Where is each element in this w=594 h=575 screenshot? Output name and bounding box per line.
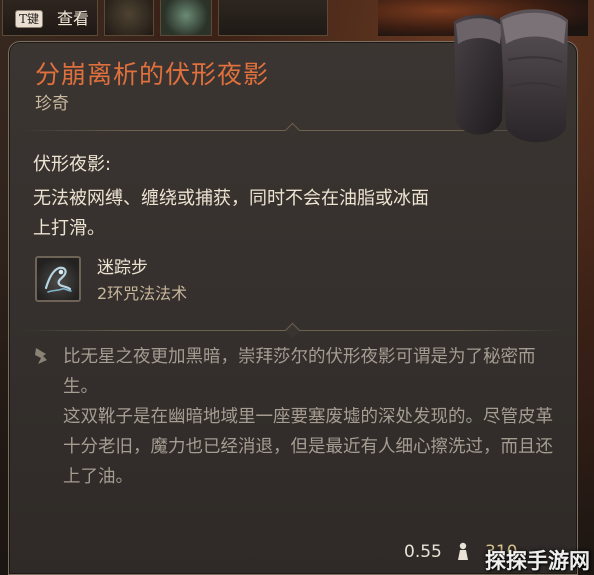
item-weight: 0.55 [404, 542, 442, 562]
trait-heading: 伏形夜影: [33, 154, 112, 175]
trait-description: 无法被网缚、缠绕或捕获，同时不会在油脂或冰面上打滑。 [33, 188, 429, 239]
hotbar-slot-potion[interactable] [160, 0, 212, 36]
key-hint-badge: T键 [15, 10, 44, 28]
granted-spell[interactable]: 迷踪步 2环咒法法术 [35, 252, 335, 310]
hotbar-slot-view[interactable]: T键 查看 [2, 0, 98, 36]
view-label: 查看 [57, 9, 90, 28]
item-lore: 比无星之夜更加黑暗，崇拜莎尔的伏形夜影可谓是为了秘密而生。 这双靴子是在幽暗地域… [63, 347, 553, 487]
weight-icon [455, 540, 471, 562]
hotbar-slot-empty[interactable] [218, 0, 328, 36]
item-rarity: 珍奇 [35, 94, 69, 114]
item-name: 分崩离析的伏形夜影 [35, 60, 270, 89]
hotbar-slot-item[interactable] [104, 0, 154, 36]
divider-notch [284, 322, 301, 339]
spell-name: 迷踪步 [97, 258, 148, 278]
spell-level: 2环咒法法术 [97, 284, 188, 303]
divider-notch [284, 122, 301, 139]
boots-illustration [436, 0, 594, 150]
watermark: 探探手游网 [485, 549, 590, 573]
misty-step-icon [35, 256, 81, 302]
quote-icon [33, 346, 49, 366]
